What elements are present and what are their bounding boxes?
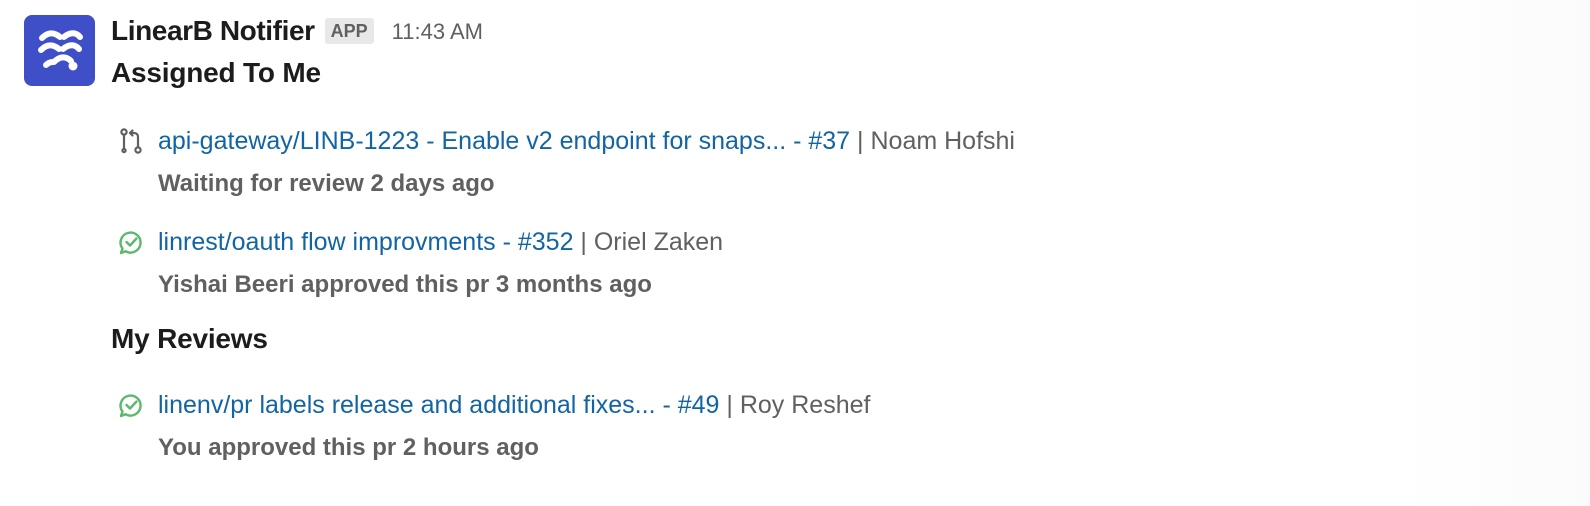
- pr-item: linenv/pr labels release and additional …: [111, 389, 1590, 464]
- pr-separator: |: [573, 228, 594, 256]
- message-header: LinearB Notifier APP 11:43 AM: [111, 11, 1590, 51]
- linearb-avatar[interactable]: [24, 15, 95, 86]
- pr-link[interactable]: api-gateway/LINB-1223 - Enable v2 endpoi…: [158, 127, 850, 155]
- pr-author: Oriel Zaken: [593, 228, 724, 256]
- section-title-reviews: My Reviews: [111, 323, 268, 354]
- pr-status: Waiting for review 2 days ago: [158, 170, 495, 197]
- pr-separator: |: [850, 127, 871, 155]
- app-badge: APP: [324, 18, 374, 44]
- reviews-pr-list: linenv/pr labels release and additional …: [111, 389, 1590, 464]
- pr-author: Roy Reshef: [739, 391, 871, 419]
- section-title-assigned: Assigned To Me: [111, 57, 321, 88]
- approved-check-icon: [119, 231, 142, 255]
- pr-separator: |: [719, 391, 740, 419]
- slack-message: LinearB Notifier APP 11:43 AM Assigned T…: [0, 0, 1590, 506]
- pr-status: You approved this pr 2 hours ago: [158, 434, 539, 461]
- message-timestamp[interactable]: 11:43 AM: [392, 19, 483, 45]
- pr-link[interactable]: linenv/pr labels release and additional …: [158, 391, 719, 419]
- pr-status: Yishai Beeri approved this pr 3 months a…: [158, 271, 652, 298]
- pull-request-icon: [120, 128, 142, 154]
- pr-link[interactable]: linrest/oauth flow improvments - #352: [158, 228, 573, 256]
- pr-item: api-gateway/LINB-1223 - Enable v2 endpoi…: [111, 125, 1590, 200]
- assigned-pr-list: api-gateway/LINB-1223 - Enable v2 endpoi…: [111, 125, 1590, 301]
- reviews-section: My Reviews linenv/pr labels release and …: [111, 321, 1590, 464]
- approved-check-icon: [119, 394, 142, 418]
- message-content: LinearB Notifier APP 11:43 AM Assigned T…: [111, 11, 1590, 490]
- linearb-logo-icon: [37, 29, 83, 70]
- pr-author: Noam Hofshi: [870, 127, 1015, 155]
- sender-name[interactable]: LinearB Notifier: [111, 15, 315, 47]
- pr-item: linrest/oauth flow improvments - #352 | …: [111, 226, 1590, 301]
